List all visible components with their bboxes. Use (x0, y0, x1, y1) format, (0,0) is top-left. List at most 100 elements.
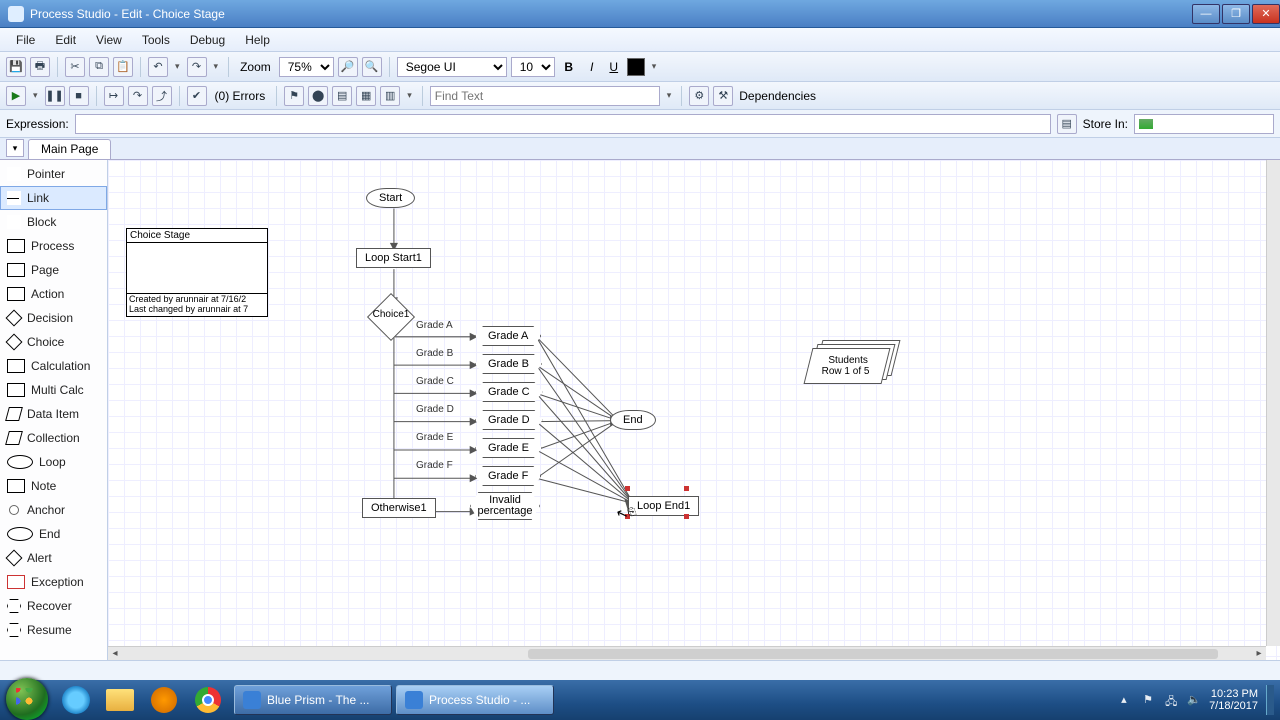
menu-tools[interactable]: Tools (132, 31, 180, 49)
selection-handle[interactable] (625, 486, 630, 491)
stage-end[interactable]: End (610, 410, 656, 430)
font-color-button[interactable] (627, 58, 645, 76)
font-color-dropdown[interactable]: ▾ (649, 61, 660, 72)
scroll-thumb[interactable] (528, 649, 1218, 659)
tool-note[interactable]: Note (0, 474, 107, 498)
tool-choice[interactable]: Choice (0, 330, 107, 354)
breakpoint-button[interactable]: ⬤ (308, 86, 328, 106)
italic-button[interactable]: I (583, 60, 601, 74)
tool-decision[interactable]: Decision (0, 306, 107, 330)
tab-dropdown[interactable]: ▾ (6, 139, 24, 157)
undo-dropdown[interactable]: ▾ (172, 61, 183, 72)
menu-file[interactable]: File (6, 31, 45, 49)
tab-main-page[interactable]: Main Page (28, 139, 111, 159)
show-desktop-button[interactable] (1266, 685, 1274, 715)
taskbar-ie-icon[interactable] (56, 685, 96, 715)
stage-choice[interactable]: Choice1 (367, 300, 415, 328)
flag-button[interactable]: ⚑ (284, 86, 304, 106)
stage-otherwise[interactable]: Otherwise1 (362, 498, 436, 518)
tool-exception[interactable]: Exception (0, 570, 107, 594)
tray-up-icon[interactable]: ▴ (1121, 693, 1135, 707)
tool-loop[interactable]: Loop (0, 450, 107, 474)
expression-builder-button[interactable]: ▤ (1057, 114, 1077, 134)
scroll-left-button[interactable]: ◂ (108, 647, 122, 661)
errors-label[interactable]: (0) Errors (211, 89, 270, 103)
font-name-select[interactable]: Segoe UI (397, 57, 507, 77)
copy-button[interactable]: ⧉ (89, 57, 109, 77)
cut-button[interactable]: ✂ (65, 57, 85, 77)
tool-alert[interactable]: Alert (0, 546, 107, 570)
tool-page[interactable]: Page (0, 258, 107, 282)
stop-button[interactable]: ■ (69, 86, 89, 106)
process-info-box[interactable]: Choice Stage Created by arunnair at 7/16… (126, 228, 268, 317)
taskbar-explorer-icon[interactable] (100, 685, 140, 715)
zoom-select[interactable]: 75% (279, 57, 334, 77)
tool-block[interactable]: Block (0, 210, 107, 234)
taskbar-button-blueprism[interactable]: Blue Prism - The ... (234, 685, 392, 715)
step-button[interactable]: ↦ (104, 86, 124, 106)
taskbar-chrome-icon[interactable] (188, 685, 228, 715)
tool-action[interactable]: Action (0, 282, 107, 306)
taskbar-button-process-studio[interactable]: Process Studio - ... (396, 685, 554, 715)
paste-button[interactable]: 📋 (113, 57, 133, 77)
scroll-right-button[interactable]: ▸ (1252, 647, 1266, 661)
expression-input[interactable] (75, 114, 1051, 134)
tool-process[interactable]: Process (0, 234, 107, 258)
menu-view[interactable]: View (86, 31, 132, 49)
horizontal-scrollbar[interactable]: ◂ ▸ (108, 646, 1266, 660)
zoom-out-button[interactable]: 🔎 (338, 57, 358, 77)
tool-resume[interactable]: Resume (0, 618, 107, 642)
undo-button[interactable]: ↶ (148, 57, 168, 77)
run-dropdown[interactable]: ▾ (30, 90, 41, 101)
tool-pointer[interactable]: Pointer (0, 162, 107, 186)
redo-button[interactable]: ↷ (187, 57, 207, 77)
snap-dropdown[interactable]: ▾ (404, 90, 415, 101)
zoom-in-button[interactable]: 🔍 (362, 57, 382, 77)
maximize-button[interactable]: ❐ (1222, 4, 1250, 24)
dep-list-button[interactable]: ⚒ (713, 86, 733, 106)
close-button[interactable]: ✕ (1252, 4, 1280, 24)
tray-volume-icon[interactable]: 🔈 (1187, 693, 1201, 707)
step-out-button[interactable]: ⤴ (152, 86, 172, 106)
menu-edit[interactable]: Edit (45, 31, 86, 49)
tray-action-center-icon[interactable]: ⚑ (1143, 693, 1157, 707)
step-over-button[interactable]: ↷ (128, 86, 148, 106)
tool-anchor[interactable]: Anchor (0, 498, 107, 522)
stage-loop-end[interactable]: Loop End1 (628, 496, 699, 516)
store-in-input[interactable] (1134, 114, 1274, 134)
tool-calculation[interactable]: Calculation (0, 354, 107, 378)
save-button[interactable]: 💾 (6, 57, 26, 77)
snap-button[interactable]: ▥ (380, 86, 400, 106)
dependencies-label[interactable]: Dependencies (737, 89, 816, 103)
dep-tree-button[interactable]: ⚙ (689, 86, 709, 106)
tool-collection[interactable]: Collection (0, 426, 107, 450)
selection-handle[interactable] (684, 486, 689, 491)
pause-button[interactable]: ❚❚ (45, 86, 65, 106)
stage-grade-d[interactable]: Grade D (475, 410, 543, 430)
font-size-select[interactable]: 10 (511, 57, 555, 77)
menu-help[interactable]: Help (235, 31, 280, 49)
bookmark-button[interactable]: ▤ (332, 86, 352, 106)
taskbar-media-icon[interactable] (144, 685, 184, 715)
stage-invalid[interactable]: Invalid percentage (470, 492, 540, 520)
stage-loop-start[interactable]: Loop Start1 (356, 248, 431, 268)
toggle-grid-button[interactable]: ▦ (356, 86, 376, 106)
redo-dropdown[interactable]: ▾ (211, 61, 222, 72)
stage-students-collection[interactable]: StudentsRow 1 of 5 (808, 340, 900, 384)
tray-clock[interactable]: 10:23 PM 7/18/2017 (1209, 688, 1258, 712)
run-button[interactable]: ▶ (6, 86, 26, 106)
canvas[interactable]: Choice Stage Created by arunnair at 7/16… (108, 160, 1280, 660)
find-dropdown[interactable]: ▾ (664, 90, 675, 101)
stage-grade-e[interactable]: Grade E (475, 438, 542, 458)
tool-recover[interactable]: Recover (0, 594, 107, 618)
tool-data-item[interactable]: Data Item (0, 402, 107, 426)
tool-end[interactable]: End (0, 522, 107, 546)
stage-start[interactable]: Start (366, 188, 415, 208)
tool-multi-calc[interactable]: Multi Calc (0, 378, 107, 402)
find-text-input[interactable] (430, 86, 660, 106)
menu-debug[interactable]: Debug (180, 31, 235, 49)
selection-handle[interactable] (684, 514, 689, 519)
validate-button[interactable]: ✔ (187, 86, 207, 106)
minimize-button[interactable]: — (1192, 4, 1220, 24)
vertical-scrollbar[interactable] (1266, 160, 1280, 646)
